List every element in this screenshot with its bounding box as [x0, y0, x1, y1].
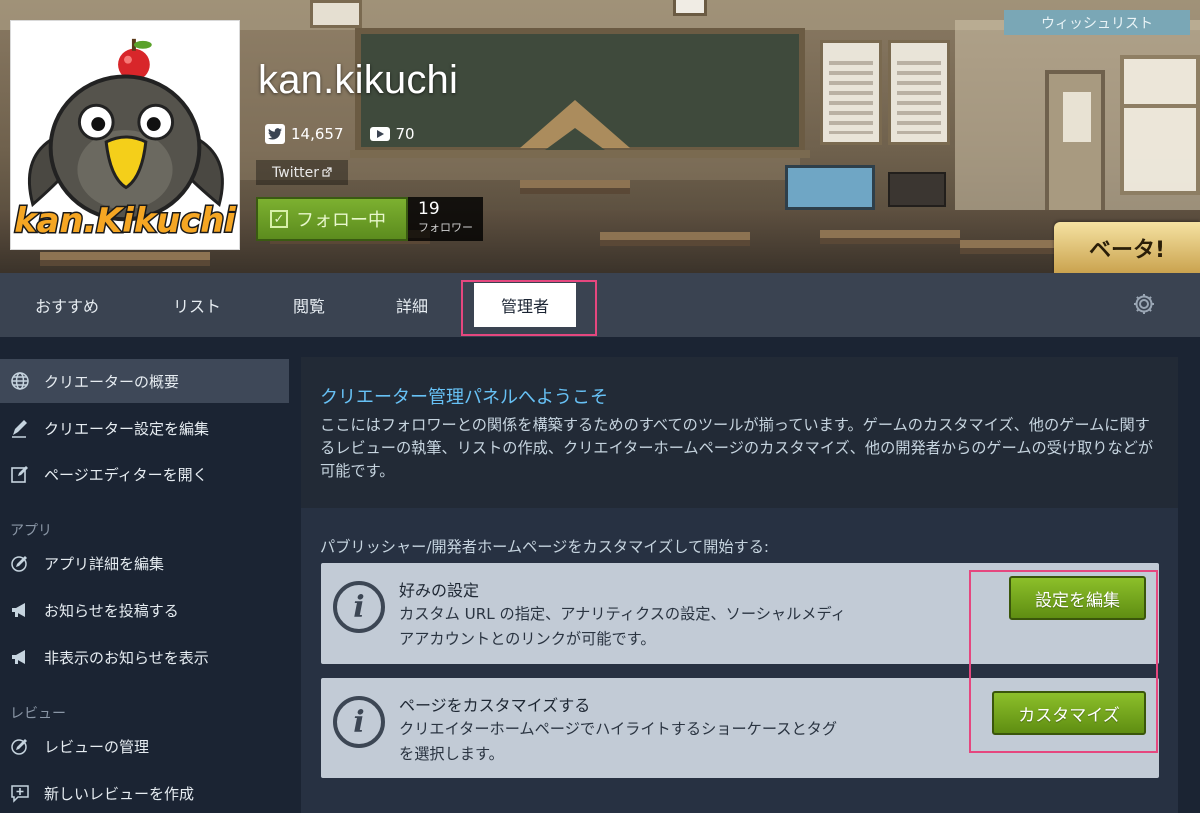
welcome-title: クリエーター管理パネルへようこそ: [320, 387, 608, 408]
sidebar-item-edit-app-details[interactable]: アプリ詳細を編集: [0, 541, 289, 585]
banner-desk: [600, 232, 750, 246]
follower-count: 19: [418, 199, 440, 219]
svg-text:kan.Kikuchi: kan.Kikuchi: [14, 201, 236, 240]
banner-clock: [673, 0, 707, 16]
tab-lists[interactable]: リスト: [173, 273, 221, 337]
edit-page-icon: [10, 464, 30, 484]
gear-icon[interactable]: [1131, 291, 1157, 317]
youtube-icon: [369, 127, 390, 141]
creator-avatar[interactable]: kan.Kikuchi: [10, 20, 240, 250]
admin-sidebar: クリエーターの概要 クリエーター設定を編集 ページエディターを開く アプリ アプ…: [0, 337, 289, 813]
banner-triangle-inner: [545, 128, 605, 150]
buttons-highlight: [969, 570, 1158, 753]
follower-count-box: 19 フォロワー: [408, 197, 483, 241]
social-stats: 14,657 70: [265, 124, 415, 144]
follower-label: フォロワー: [418, 221, 473, 234]
profile-name: kan.kikuchi: [258, 58, 459, 102]
megaphone-icon: [10, 600, 30, 620]
twitter-icon: [265, 124, 285, 144]
external-link-icon: [322, 165, 332, 181]
sidebar-section-apps: アプリ: [10, 523, 52, 539]
sidebar-item-label: クリエーター設定を編集: [44, 419, 210, 438]
follow-button[interactable]: ✓ フォロー中: [256, 197, 408, 241]
banner-desk: [520, 180, 630, 194]
twitter-link[interactable]: Twitter: [256, 160, 348, 185]
sidebar-item-post-announcement[interactable]: お知らせを投稿する: [0, 588, 289, 632]
info-icon: i: [333, 581, 385, 633]
megaphone-icon: [10, 647, 30, 667]
follow-button-label: フォロー中: [296, 210, 386, 231]
sidebar-item-label: アプリ詳細を編集: [44, 554, 165, 573]
sidebar-item-label: レビューの管理: [44, 737, 150, 756]
banner-fishtank: [785, 165, 875, 210]
banner-desk: [820, 230, 960, 244]
card-title: ページをカスタマイズする: [399, 696, 591, 715]
youtube-count: 70: [395, 125, 415, 143]
pencil-circle-icon: [10, 553, 30, 573]
sidebar-section-reviews: レビュー: [10, 706, 66, 722]
banner-door: [1045, 70, 1105, 220]
tab-recommended[interactable]: おすすめ: [35, 273, 99, 337]
banner-microwave: [888, 172, 946, 207]
tab-browse[interactable]: 閲覧: [293, 273, 325, 337]
wishlist-button[interactable]: ウィッシュリスト: [1004, 10, 1190, 35]
customize-intro: パブリッシャー/開発者ホームページをカスタマイズして開始する:: [320, 538, 769, 556]
crow-mascot-logo: kan.Kikuchi: [13, 38, 238, 242]
sidebar-item-label: 新しいレビューを作成: [44, 784, 195, 803]
twitter-follower-count: 14,657: [291, 125, 344, 143]
card-title: 好みの設定: [399, 581, 480, 600]
banner-window: [1120, 55, 1200, 195]
add-review-icon: [10, 783, 30, 803]
globe-icon: [10, 371, 30, 391]
info-icon: i: [333, 696, 385, 748]
pencil-circle-icon: [10, 736, 30, 756]
sidebar-item-open-page-editor[interactable]: ページエディターを開く: [0, 452, 289, 496]
tab-details[interactable]: 詳細: [396, 273, 428, 337]
banner-poster: [888, 40, 950, 145]
tab-bar: おすすめ リスト 閲覧 詳細: [0, 273, 1200, 337]
beta-button[interactable]: ベータ!: [1054, 222, 1200, 273]
twitter-stat[interactable]: 14,657: [265, 124, 344, 144]
twitter-link-label: Twitter: [272, 164, 319, 181]
pencil-icon: [10, 418, 30, 438]
sidebar-item-creator-overview[interactable]: クリエーターの概要: [0, 359, 289, 403]
follow-group: ✓ フォロー中 19 フォロワー: [256, 197, 483, 241]
banner-desk: [40, 252, 210, 266]
sidebar-item-label: ページエディターを開く: [44, 465, 208, 484]
banner-chalk-tray: [350, 150, 810, 158]
sidebar-item-show-hidden-announcements[interactable]: 非表示のお知らせを表示: [0, 635, 289, 679]
youtube-stat[interactable]: 70: [369, 125, 415, 143]
sidebar-item-edit-creator-settings[interactable]: クリエーター設定を編集: [0, 406, 289, 450]
sidebar-item-manage-reviews[interactable]: レビューの管理: [0, 724, 289, 768]
card-description: カスタム URL の指定、アナリティクスの設定、ソーシャルメディアアカウントとの…: [399, 605, 846, 648]
banner-frame: [310, 0, 362, 28]
sidebar-item-create-review[interactable]: 新しいレビューを作成: [0, 771, 289, 813]
welcome-body: ここにはフォロワーとの関係を構築するためのすべてのツールが揃っています。ゲームの…: [320, 416, 1154, 480]
card-description: クリエイターホームページでハイライトするショーケースとタグを選択します。: [399, 720, 838, 763]
sidebar-item-label: クリエーターの概要: [44, 372, 180, 391]
sidebar-item-label: 非表示のお知らせを表示: [44, 648, 209, 667]
tab-admin[interactable]: 管理者: [474, 283, 576, 327]
checkmark-icon: ✓: [270, 210, 288, 228]
banner-poster: [820, 40, 882, 145]
sidebar-item-label: お知らせを投稿する: [44, 601, 179, 620]
